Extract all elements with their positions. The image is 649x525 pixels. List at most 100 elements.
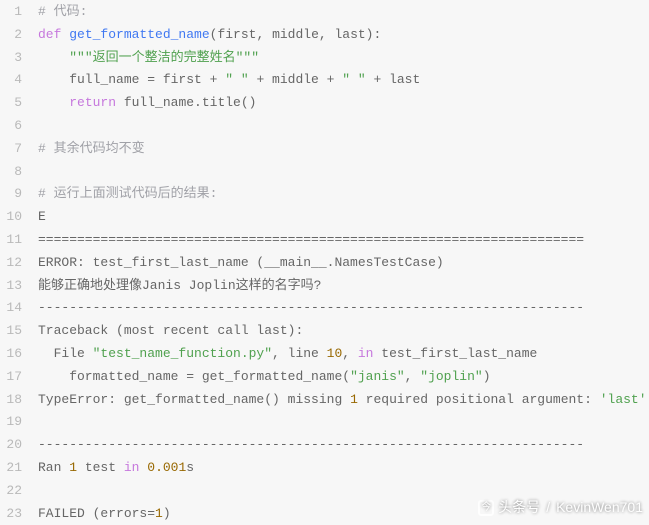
line-number: 6 bbox=[0, 115, 22, 138]
code-line bbox=[38, 411, 649, 434]
code-line: ----------------------------------------… bbox=[38, 434, 649, 457]
watermark: 今 头条号 / KevinWen701 bbox=[478, 496, 643, 519]
token-plain: test bbox=[77, 460, 124, 475]
line-number: 19 bbox=[0, 411, 22, 434]
code-line: formatted_name = get_formatted_name("jan… bbox=[38, 366, 649, 389]
token-plain: ) bbox=[483, 369, 491, 384]
line-number: 16 bbox=[0, 343, 22, 366]
code-line: 能够正确地处理像Janis Joplin这样的名字吗? bbox=[38, 275, 649, 298]
code-editor: 1234567891011121314151617181920212223 # … bbox=[0, 0, 649, 525]
token-plain: , line bbox=[272, 346, 327, 361]
token-plain: E bbox=[38, 209, 46, 224]
token-plain: (first, middle, last): bbox=[210, 27, 382, 42]
token-plain: 能够正确地处理像Janis Joplin这样的名字吗? bbox=[38, 278, 321, 293]
token-str: " " bbox=[225, 72, 248, 87]
token-cmt: # 运行上面测试代码后的结果: bbox=[38, 186, 217, 201]
token-plain: ----------------------------------------… bbox=[38, 437, 584, 452]
token-fn: get_formatted_name bbox=[69, 27, 209, 42]
token-num: 1 bbox=[69, 460, 77, 475]
token-str: "janis" bbox=[350, 369, 405, 384]
line-number-gutter: 1234567891011121314151617181920212223 bbox=[0, 0, 28, 525]
code-line: # 代码: bbox=[38, 1, 649, 24]
token-plain: ----------------------------------------… bbox=[38, 300, 584, 315]
line-number: 20 bbox=[0, 434, 22, 457]
code-line: def get_formatted_name(first, middle, la… bbox=[38, 24, 649, 47]
line-number: 23 bbox=[0, 503, 22, 525]
watermark-text-1: 头条号 bbox=[498, 496, 540, 519]
token-num: 1 bbox=[350, 392, 358, 407]
line-number: 15 bbox=[0, 320, 22, 343]
line-number: 1 bbox=[0, 1, 22, 24]
code-line: Ran 1 test in 0.001s bbox=[38, 457, 649, 480]
token-in: in bbox=[124, 460, 140, 475]
token-plain: full_name = first + bbox=[38, 72, 225, 87]
token-str: "test_name_function.py" bbox=[93, 346, 272, 361]
line-number: 22 bbox=[0, 480, 22, 503]
code-line bbox=[38, 115, 649, 138]
token-plain: required positional argument: bbox=[358, 392, 600, 407]
code-line: ========================================… bbox=[38, 229, 649, 252]
token-cmt: # 其余代码均不变 bbox=[38, 141, 145, 156]
token-str: 'last' bbox=[600, 392, 647, 407]
line-number: 3 bbox=[0, 47, 22, 70]
code-line: """返回一个整洁的完整姓名""" bbox=[38, 47, 649, 70]
line-number: 12 bbox=[0, 252, 22, 275]
code-line: TypeError: get_formatted_name() missing … bbox=[38, 389, 649, 412]
code-line: Traceback (most recent call last): bbox=[38, 320, 649, 343]
code-line: File "test_name_function.py", line 10, i… bbox=[38, 343, 649, 366]
token-plain: TypeError: get_formatted_name() missing bbox=[38, 392, 350, 407]
code-line: # 其余代码均不变 bbox=[38, 138, 649, 161]
line-number: 11 bbox=[0, 229, 22, 252]
token-num: 0.001 bbox=[147, 460, 186, 475]
token-num: 1 bbox=[155, 506, 163, 521]
token-kw: return bbox=[69, 95, 116, 110]
line-number: 21 bbox=[0, 457, 22, 480]
token-plain: full_name.title() bbox=[116, 95, 256, 110]
line-number: 4 bbox=[0, 69, 22, 92]
token-plain: + middle + bbox=[249, 72, 343, 87]
token-plain: , bbox=[405, 369, 421, 384]
token-plain: formatted_name = get_formatted_name( bbox=[38, 369, 350, 384]
token-plain bbox=[38, 50, 69, 65]
line-number: 5 bbox=[0, 92, 22, 115]
code-line: # 运行上面测试代码后的结果: bbox=[38, 183, 649, 206]
line-number: 13 bbox=[0, 275, 22, 298]
token-plain bbox=[38, 95, 69, 110]
token-str: """返回一个整洁的完整姓名""" bbox=[69, 50, 259, 65]
token-cmt: # 代码: bbox=[38, 4, 87, 19]
code-area: # 代码: def get_formatted_name(first, middl… bbox=[28, 0, 649, 525]
line-number: 9 bbox=[0, 183, 22, 206]
token-str: "joplin" bbox=[420, 369, 482, 384]
token-plain: ========================================… bbox=[38, 232, 584, 247]
code-line bbox=[38, 161, 649, 184]
code-line: E bbox=[38, 206, 649, 229]
code-line: return full_name.title() bbox=[38, 92, 649, 115]
watermark-text-2: KevinWen701 bbox=[556, 496, 643, 519]
code-line: ----------------------------------------… bbox=[38, 297, 649, 320]
token-plain: , bbox=[342, 346, 358, 361]
token-plain: + last bbox=[366, 72, 421, 87]
line-number: 2 bbox=[0, 24, 22, 47]
token-plain: Traceback (most recent call last): bbox=[38, 323, 303, 338]
token-str: " " bbox=[342, 72, 365, 87]
line-number: 7 bbox=[0, 138, 22, 161]
line-number: 14 bbox=[0, 297, 22, 320]
token-plain: File bbox=[38, 346, 93, 361]
watermark-separator: / bbox=[544, 496, 552, 519]
code-line: ERROR: test_first_last_name (__main__.Na… bbox=[38, 252, 649, 275]
line-number: 18 bbox=[0, 389, 22, 412]
token-num: 10 bbox=[327, 346, 343, 361]
token-plain: ERROR: test_first_last_name (__main__.Na… bbox=[38, 255, 444, 270]
token-plain: Ran bbox=[38, 460, 69, 475]
line-number: 8 bbox=[0, 161, 22, 184]
token-plain: s bbox=[186, 460, 194, 475]
token-in: in bbox=[358, 346, 374, 361]
token-plain: ) bbox=[163, 506, 171, 521]
token-plain: FAILED (errors= bbox=[38, 506, 155, 521]
token-kw: def bbox=[38, 27, 61, 42]
watermark-icon: 今 bbox=[478, 500, 494, 516]
line-number: 10 bbox=[0, 206, 22, 229]
token-plain: test_first_last_name bbox=[373, 346, 537, 361]
code-line: full_name = first + " " + middle + " " +… bbox=[38, 69, 649, 92]
line-number: 17 bbox=[0, 366, 22, 389]
